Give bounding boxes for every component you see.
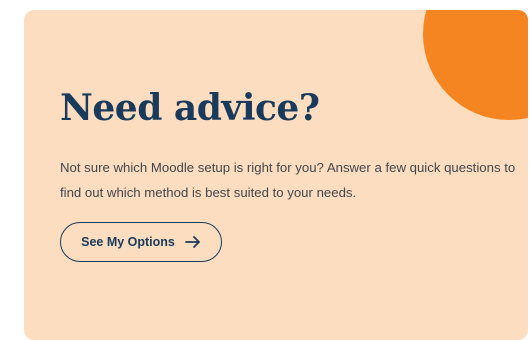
see-my-options-label: See My Options xyxy=(81,235,175,249)
arrow-right-icon xyxy=(184,236,200,248)
card-description: Not sure which Moodle setup is right for… xyxy=(60,160,516,200)
advice-card: Need advice? Not sure which Moodle setup… xyxy=(24,10,528,340)
see-my-options-button[interactable]: See My Options xyxy=(60,222,222,262)
decorative-orange-circle xyxy=(423,10,528,120)
card-heading: Need advice? xyxy=(60,87,320,129)
